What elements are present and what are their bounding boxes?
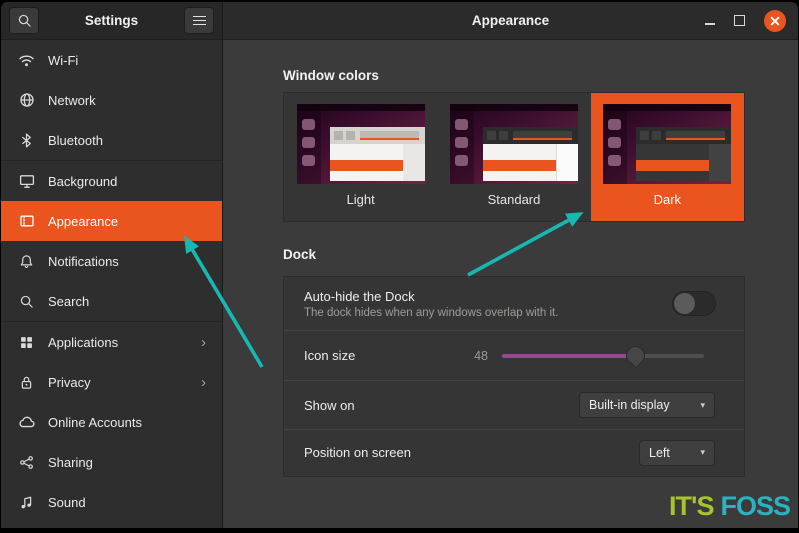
chevron-right-icon: › bbox=[201, 335, 206, 350]
position-value: Left bbox=[649, 446, 670, 460]
sidebar-item-sharing[interactable]: Sharing bbox=[1, 442, 222, 482]
sidebar-item-privacy[interactable]: Privacy › bbox=[1, 362, 222, 402]
sidebar-item-label: Search bbox=[48, 294, 89, 309]
appearance-icon bbox=[18, 213, 35, 230]
icon-size-label: Icon size bbox=[304, 348, 458, 363]
sidebar-item-sound[interactable]: Sound bbox=[1, 482, 222, 522]
network-globe-icon bbox=[18, 92, 35, 109]
autohide-toggle[interactable] bbox=[672, 291, 716, 316]
sharing-nodes-icon bbox=[18, 454, 35, 471]
watermark-its: IT'S bbox=[669, 491, 713, 521]
toggle-knob bbox=[674, 293, 695, 314]
headerbar-left: Settings bbox=[1, 2, 223, 39]
position-row: Position on screen Left ▾ bbox=[284, 429, 744, 475]
sidebar: Wi-Fi Network Bluetooth Background bbox=[1, 40, 223, 528]
search-icon bbox=[17, 13, 32, 28]
search-magnifier-icon bbox=[18, 293, 35, 310]
position-dropdown[interactable]: Left ▾ bbox=[639, 440, 715, 466]
menu-button[interactable] bbox=[184, 7, 214, 34]
sidebar-item-notifications[interactable]: Notifications bbox=[1, 241, 222, 281]
minimize-button[interactable] bbox=[705, 23, 715, 25]
sidebar-item-background[interactable]: Background bbox=[1, 161, 222, 201]
sidebar-item-label: Applications bbox=[48, 335, 118, 350]
hamburger-icon bbox=[193, 16, 206, 26]
sidebar-item-applications[interactable]: Applications › bbox=[1, 322, 222, 362]
online-accounts-cloud-icon bbox=[18, 414, 35, 431]
theme-label: Light bbox=[347, 192, 375, 207]
watermark-foss: FOSS bbox=[720, 491, 790, 521]
autohide-subtitle: The dock hides when any windows overlap … bbox=[304, 307, 558, 319]
position-label: Position on screen bbox=[304, 445, 639, 460]
sidebar-item-label: Network bbox=[48, 93, 96, 108]
caret-down-icon: ▾ bbox=[700, 400, 705, 411]
dock-card: Auto-hide the Dock The dock hides when a… bbox=[283, 276, 745, 477]
window-controls bbox=[705, 2, 786, 39]
wifi-icon bbox=[18, 52, 35, 69]
sidebar-item-label: Appearance bbox=[48, 214, 118, 229]
applications-grid-icon bbox=[18, 334, 35, 351]
chevron-right-icon: › bbox=[201, 375, 206, 390]
sidebar-item-network[interactable]: Network bbox=[1, 80, 222, 120]
sidebar-item-online-accounts[interactable]: Online Accounts bbox=[1, 402, 222, 442]
settings-window: Settings Appearance Wi-Fi bbox=[0, 0, 799, 533]
sidebar-item-bluetooth[interactable]: Bluetooth bbox=[1, 120, 222, 160]
sidebar-item-label: Notifications bbox=[48, 254, 119, 269]
theme-preview-standard bbox=[450, 104, 578, 184]
sidebar-item-search[interactable]: Search bbox=[1, 281, 222, 321]
slider-knob[interactable] bbox=[626, 346, 645, 365]
sidebar-item-label: Online Accounts bbox=[48, 415, 142, 430]
sidebar-item-label: Sharing bbox=[48, 455, 93, 470]
sidebar-item-label: Sound bbox=[48, 495, 86, 510]
sidebar-item-appearance[interactable]: Appearance bbox=[1, 201, 222, 241]
theme-preview-dark bbox=[603, 104, 731, 184]
show-on-dropdown[interactable]: Built-in display ▾ bbox=[579, 392, 715, 418]
autohide-text: Auto-hide the Dock The dock hides when a… bbox=[304, 289, 558, 319]
background-display-icon bbox=[18, 173, 35, 190]
close-button[interactable] bbox=[764, 10, 786, 32]
sidebar-item-label: Bluetooth bbox=[48, 133, 103, 148]
search-button[interactable] bbox=[9, 7, 39, 34]
dock-title: Dock bbox=[283, 247, 316, 262]
appearance-panel: Window colors Light bbox=[223, 40, 798, 528]
show-on-value: Built-in display bbox=[589, 398, 670, 412]
autohide-title: Auto-hide the Dock bbox=[304, 289, 558, 304]
sidebar-item-label: Wi-Fi bbox=[48, 53, 78, 68]
window-frame: Settings Appearance Wi-Fi bbox=[1, 2, 798, 528]
slider-fill bbox=[502, 354, 636, 358]
privacy-lock-icon bbox=[18, 374, 35, 391]
theme-label: Standard bbox=[488, 192, 541, 207]
autohide-row: Auto-hide the Dock The dock hides when a… bbox=[284, 277, 744, 330]
sidebar-item-label: Background bbox=[48, 174, 117, 189]
theme-preview-light bbox=[297, 104, 425, 184]
icon-size-value: 48 bbox=[458, 349, 488, 363]
sidebar-item-wifi[interactable]: Wi-Fi bbox=[1, 40, 222, 80]
notifications-bell-icon bbox=[18, 253, 35, 270]
icon-size-row: Icon size 48 bbox=[284, 330, 744, 380]
icon-size-slider[interactable] bbox=[502, 354, 704, 358]
settings-window-title: Settings bbox=[39, 13, 184, 28]
sound-note-icon bbox=[18, 494, 35, 511]
headerbar-right: Appearance bbox=[223, 2, 798, 39]
theme-option-dark[interactable]: Dark bbox=[591, 93, 744, 221]
window-colors-title: Window colors bbox=[283, 68, 379, 83]
its-foss-watermark: IT'SFOSS bbox=[669, 491, 790, 522]
sidebar-item-label: Privacy bbox=[48, 375, 91, 390]
maximize-button[interactable] bbox=[734, 15, 745, 26]
theme-option-standard[interactable]: Standard bbox=[437, 93, 590, 221]
window-colors-card: Light Standard bbox=[283, 92, 745, 222]
bluetooth-icon bbox=[18, 132, 35, 149]
show-on-row: Show on Built-in display ▾ bbox=[284, 380, 744, 429]
theme-option-light[interactable]: Light bbox=[284, 93, 437, 221]
caret-down-icon: ▾ bbox=[700, 447, 705, 458]
headerbar: Settings Appearance bbox=[1, 2, 798, 40]
show-on-label: Show on bbox=[304, 398, 579, 413]
theme-label: Dark bbox=[654, 192, 681, 207]
